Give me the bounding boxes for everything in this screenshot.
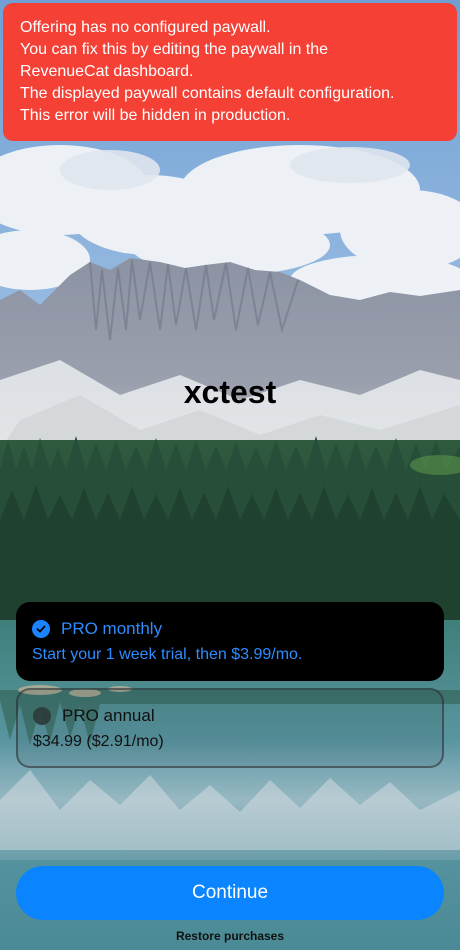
error-message-line: Offering has no configured paywall. (20, 19, 271, 36)
package-price-detail: Start your 1 week trial, then $3.99/mo. (32, 646, 303, 663)
background-landscape-image (0, 0, 460, 950)
paywall-error-banner: Offering has no configured paywall. You … (3, 3, 457, 141)
package-option-monthly[interactable]: PRO monthly Start your 1 week trial, the… (16, 602, 444, 681)
package-name: PRO monthly (61, 619, 163, 638)
empty-circle-icon (33, 707, 51, 725)
continue-button[interactable]: Continue (16, 866, 444, 920)
error-message-line: This error will be hidden in production. (20, 107, 291, 124)
error-message-line: You can fix this by editing the paywall … (20, 41, 329, 58)
package-price-detail: $34.99 ($2.91/mo) (33, 733, 164, 750)
paywall-title: xctest (183, 374, 277, 410)
package-option-annual[interactable]: PRO annual $34.99 ($2.91/mo) (16, 688, 444, 768)
error-message-line: RevenueCat dashboard. (20, 63, 194, 80)
restore-purchases-link[interactable]: Restore purchases (0, 929, 460, 943)
package-header: PRO annual (33, 706, 155, 726)
package-header: PRO monthly (32, 619, 162, 639)
package-name: PRO annual (62, 706, 155, 725)
checkmark-circle-icon (32, 620, 50, 638)
error-message-line: The displayed paywall contains default c… (20, 85, 395, 102)
